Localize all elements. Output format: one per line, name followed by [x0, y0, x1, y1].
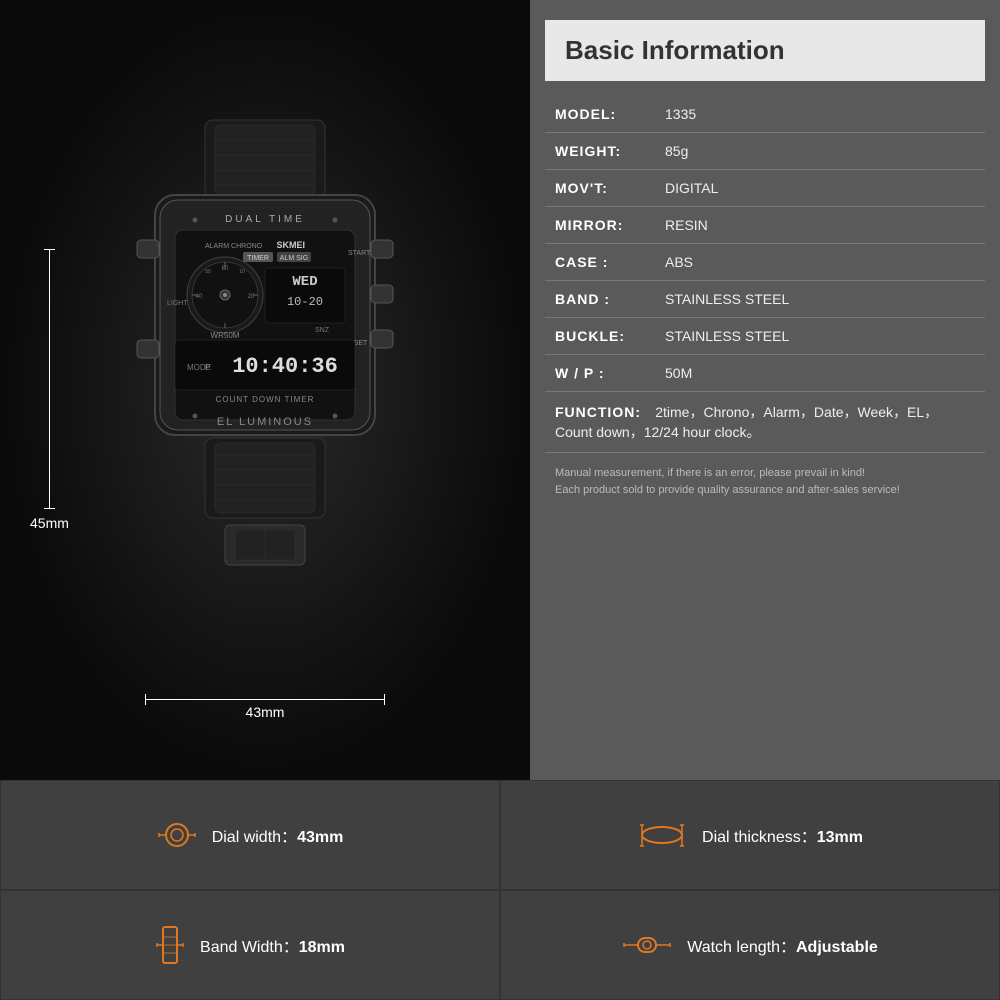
wp-value: 50M	[665, 365, 975, 381]
movt-label: MOV'T:	[555, 180, 665, 196]
band-label: BAND :	[555, 291, 665, 307]
dial-width-label: Dial width：	[212, 829, 297, 846]
info-rows: MODEL: 1335 WEIGHT: 85g MOV'T: DIGITAL M…	[545, 96, 985, 760]
svg-text:EL LUMINOUS: EL LUMINOUS	[217, 416, 313, 428]
svg-text:ALARM CHRONO: ALARM CHRONO	[205, 243, 263, 250]
watch-svg: DUAL TIME ALARM CHRONO	[95, 110, 435, 670]
spec-cell-watch-length: Watch length：Adjustable	[500, 890, 1000, 1000]
watch-length-icon	[622, 930, 672, 960]
spec-cell-dial-width: Dial width：43mm	[0, 780, 500, 890]
info-panel: Basic Information MODEL: 1335 WEIGHT: 85…	[530, 0, 1000, 780]
watch-length-label: Watch length：	[687, 939, 796, 956]
svg-text:SKMEI: SKMEI	[276, 240, 305, 250]
top-section: 45mm DUAL TIME	[0, 0, 1000, 780]
weight-label: WEIGHT:	[555, 143, 665, 159]
svg-text:SNZ: SNZ	[315, 327, 330, 334]
svg-text:WED: WED	[292, 274, 317, 290]
dial-width-value: 43mm	[297, 829, 343, 846]
mirror-value: RESIN	[665, 217, 975, 233]
watch-length-value: Adjustable	[796, 939, 878, 956]
info-row-band: BAND : STAINLESS STEEL	[545, 281, 985, 318]
svg-text:COUNT DOWN TIMER: COUNT DOWN TIMER	[216, 395, 315, 404]
svg-text:50: 50	[205, 269, 211, 275]
main-container: 45mm DUAL TIME	[0, 0, 1000, 1000]
note-line1: Manual measurement, if there is an error…	[555, 465, 975, 482]
case-label: CASE :	[555, 254, 665, 270]
info-row-function: FUNCTION: 2time，Chrono，Alarm，Date，Week，E…	[545, 392, 985, 453]
spec-row-1: Dial width：43mm Dial	[0, 780, 1000, 890]
spec-cell-band-width: Band Width：18mm	[0, 890, 500, 1000]
band-width-label: Band Width：	[200, 939, 299, 956]
info-title: Basic Information	[565, 35, 965, 66]
svg-text:DUAL TIME: DUAL TIME	[225, 214, 305, 225]
movt-value: DIGITAL	[665, 180, 975, 196]
svg-text:LIGHT: LIGHT	[167, 300, 188, 307]
svg-text:20: 20	[248, 294, 255, 300]
note-line2: Each product sold to provide quality ass…	[555, 482, 975, 499]
svg-text:40: 40	[196, 294, 203, 300]
band-width-icon	[155, 925, 185, 965]
width-label: 43mm	[145, 704, 385, 720]
info-row-wp: W / P : 50M	[545, 355, 985, 392]
height-dimension: 45mm	[30, 249, 69, 531]
band-width-text: Band Width：18mm	[200, 933, 345, 957]
svg-text:60: 60	[222, 266, 229, 272]
band-value: STAINLESS STEEL	[665, 291, 975, 307]
svg-text:10:40:36: 10:40:36	[232, 354, 338, 379]
dial-thickness-icon	[637, 823, 687, 848]
band-width-value: 18mm	[299, 939, 345, 956]
case-value: ABS	[665, 254, 975, 270]
svg-text:P: P	[205, 363, 210, 372]
width-dimension: 43mm	[145, 699, 385, 720]
weight-value: 85g	[665, 143, 975, 159]
info-row-buckle: BUCKLE: STAINLESS STEEL	[545, 318, 985, 355]
buckle-label: BUCKLE:	[555, 328, 665, 344]
info-row-model: MODEL: 1335	[545, 96, 985, 133]
buckle-value: STAINLESS STEEL	[665, 328, 975, 344]
function-label: FUNCTION:	[555, 404, 651, 420]
spec-row-2: Band Width：18mm Watc	[0, 890, 1000, 1000]
dial-thickness-label: Dial thickness：	[702, 829, 817, 846]
dial-width-text: Dial width：43mm	[212, 823, 344, 847]
watch-side: 45mm DUAL TIME	[0, 0, 530, 780]
height-label: 45mm	[30, 515, 69, 531]
info-row-mirror: MIRROR: RESIN	[545, 207, 985, 244]
model-value: 1335	[665, 106, 975, 122]
bottom-section: Dial width：43mm Dial	[0, 780, 1000, 1000]
watch-image-container: DUAL TIME ALARM CHRONO	[75, 90, 455, 690]
spec-cell-dial-thickness: Dial thickness：13mm	[500, 780, 1000, 890]
info-note: Manual measurement, if there is an error…	[545, 453, 985, 503]
svg-text:WR50M: WR50M	[211, 331, 240, 340]
mirror-label: MIRROR:	[555, 217, 665, 233]
model-label: MODEL:	[555, 106, 665, 122]
info-row-case: CASE : ABS	[545, 244, 985, 281]
dial-width-icon	[157, 820, 197, 850]
info-row-movt: MOV'T: DIGITAL	[545, 170, 985, 207]
svg-text:TIMER: TIMER	[247, 255, 269, 262]
svg-text:10: 10	[239, 269, 245, 275]
svg-text:ALM SIG: ALM SIG	[280, 255, 308, 262]
svg-text:10-20: 10-20	[287, 295, 323, 309]
watch-length-text: Watch length：Adjustable	[687, 933, 878, 957]
dial-thickness-text: Dial thickness：13mm	[702, 823, 863, 847]
info-row-weight: WEIGHT: 85g	[545, 133, 985, 170]
wp-label: W / P :	[555, 365, 665, 381]
info-title-box: Basic Information	[545, 20, 985, 81]
dial-thickness-value: 13mm	[817, 829, 863, 846]
svg-text:START: START	[348, 250, 371, 257]
